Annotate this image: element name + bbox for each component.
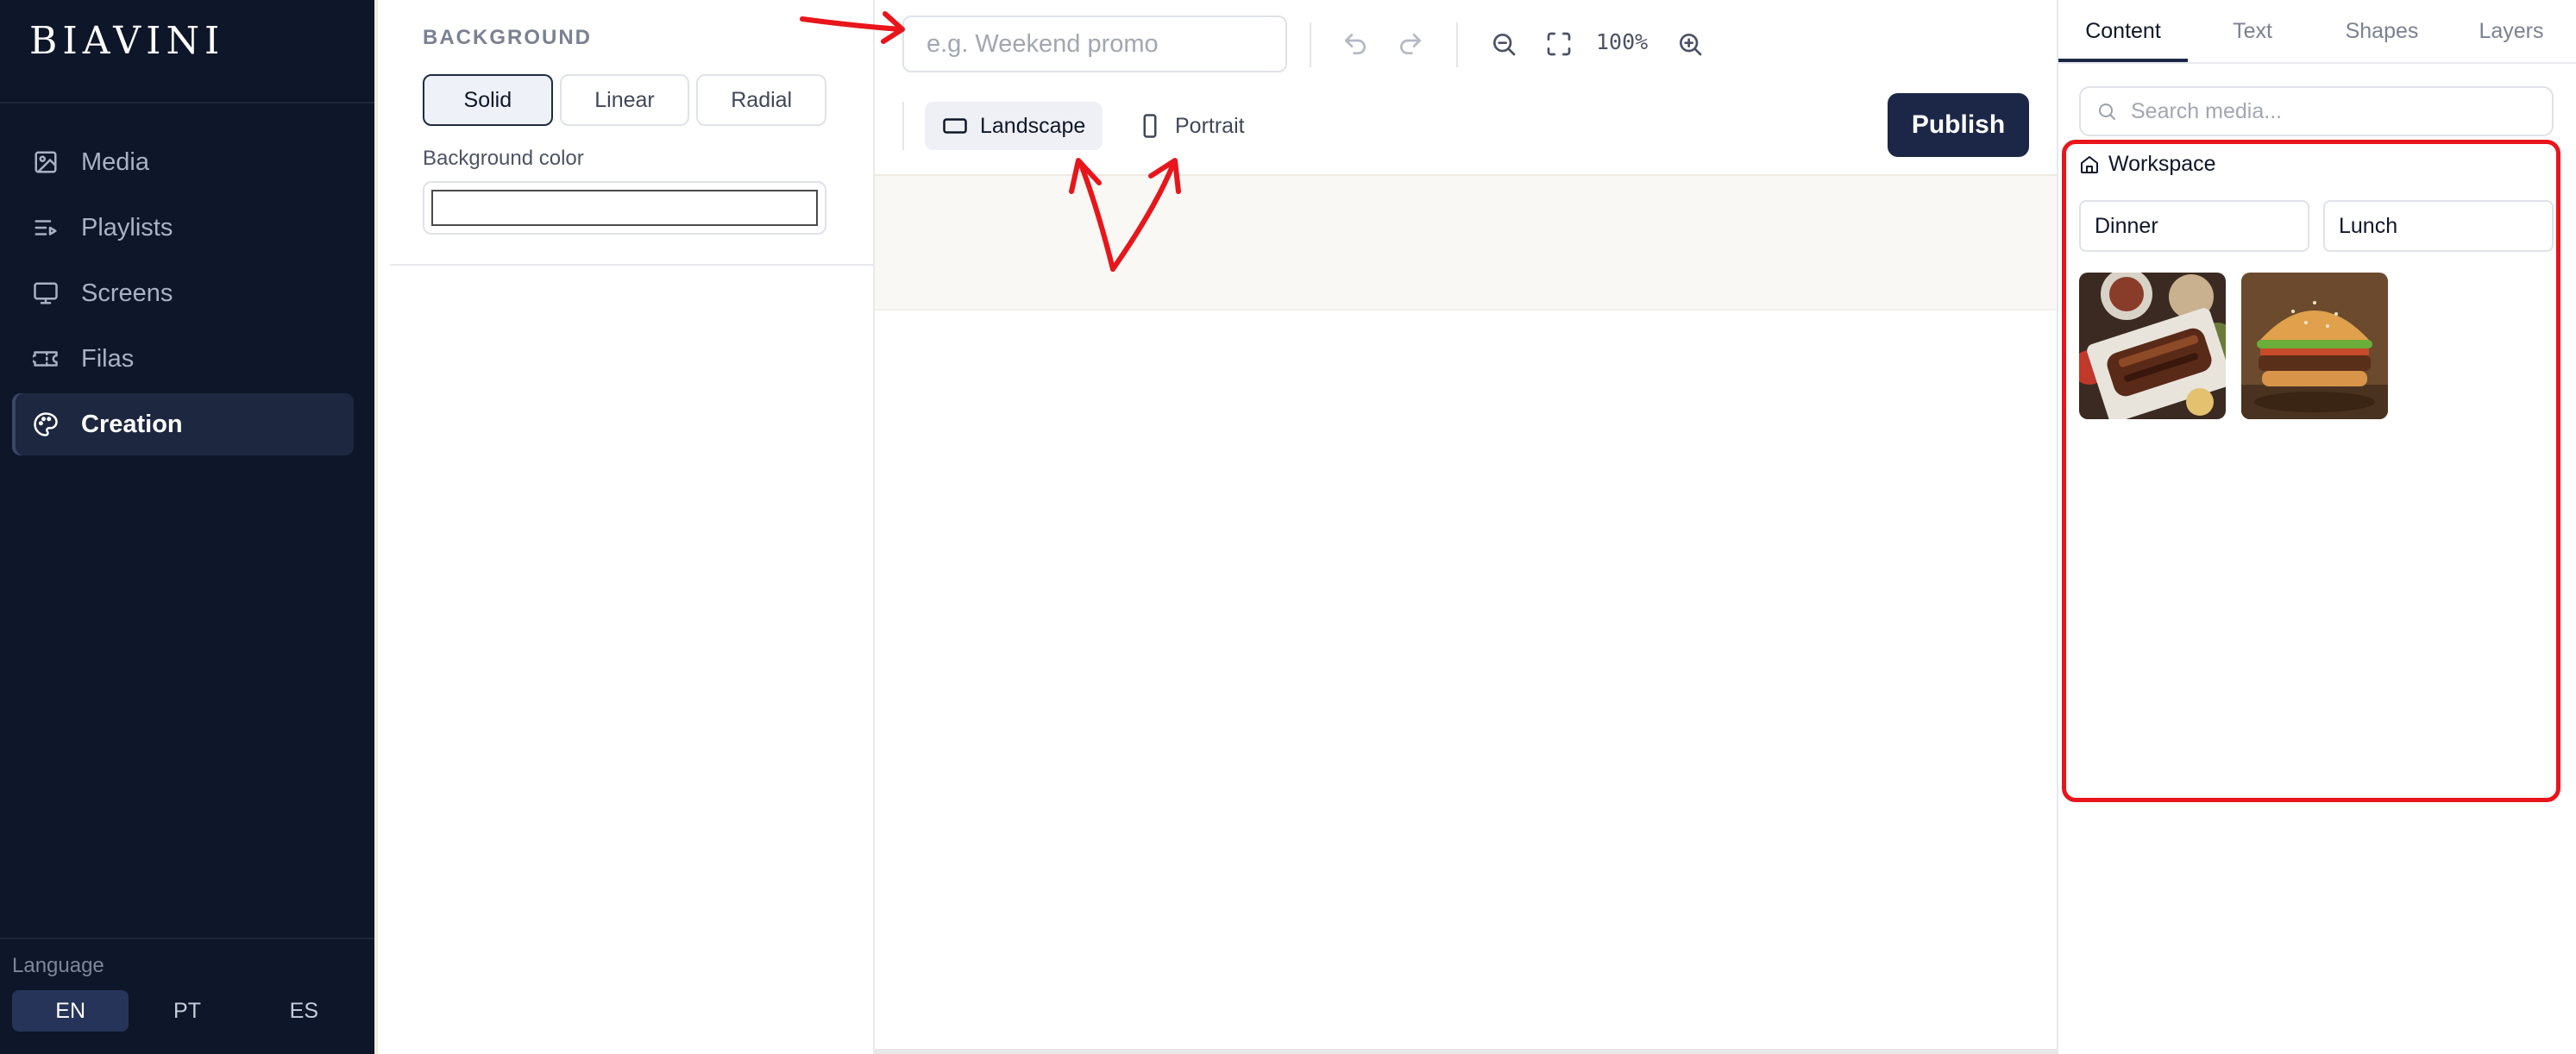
language-option-pt[interactable]: PT [129, 990, 245, 1032]
media-search-input[interactable] [2131, 98, 2528, 124]
zoom-out-icon [1493, 34, 1516, 56]
ticket-icon [33, 351, 58, 367]
panel-tabs: Content Text Shapes Layers [2058, 0, 2576, 64]
fullscreen-icon [1547, 32, 1571, 56]
sidebar-item-label: Creation [81, 410, 183, 438]
zoom-level: 100% [1596, 29, 1649, 54]
portrait-icon [1143, 114, 1157, 138]
monitor-icon [34, 282, 58, 304]
fit-screen-button[interactable] [1539, 24, 1579, 64]
properties-panel: BACKGROUND Solid Linear Radial Backgroun… [374, 0, 875, 1054]
fill-type-selector: Solid Linear Radial [423, 74, 827, 126]
fill-linear-button[interactable]: Linear [559, 74, 690, 126]
tab-content[interactable]: Content [2058, 0, 2188, 62]
playlist-icon [35, 220, 57, 235]
tab-text[interactable]: Text [2188, 0, 2317, 62]
sidebar-item-label: Playlists [81, 213, 173, 242]
zoom-out-button[interactable] [1484, 24, 1524, 64]
sidebar-item-media[interactable]: Media [12, 131, 354, 193]
language-option-es[interactable]: ES [246, 990, 362, 1032]
undo-button[interactable] [1335, 24, 1375, 64]
language-label: Language [12, 954, 104, 977]
zoom-in-button[interactable] [1670, 24, 1710, 64]
sidebar-item-playlists[interactable]: Playlists [12, 197, 354, 259]
redo-button[interactable] [1391, 24, 1430, 64]
background-section-title: BACKGROUND [423, 26, 592, 49]
app-root: BIAVINI Media Playlists Screens Filas Cr… [0, 0, 2576, 1054]
sidebar-item-label: Screens [81, 279, 173, 307]
publish-button[interactable]: Publish [1888, 93, 2029, 157]
language-option-en[interactable]: EN [12, 990, 129, 1032]
logo: BIAVINI [29, 19, 225, 63]
portrait-label: Portrait [1175, 113, 1245, 138]
undo-icon [1345, 34, 1366, 54]
sidebar-item-creation[interactable]: Creation [12, 393, 354, 455]
landscape-label: Landscape [980, 113, 1086, 138]
toolbar-divider [1310, 22, 1311, 67]
redo-icon [1400, 34, 1421, 54]
annotation-highlight-box [2062, 140, 2560, 802]
landscape-button[interactable]: Landscape [925, 102, 1103, 150]
sidebar: BIAVINI Media Playlists Screens Filas Cr… [0, 0, 374, 1054]
media-search[interactable] [2079, 86, 2554, 136]
orientation-divider [902, 102, 904, 150]
sidebar-divider [0, 102, 374, 104]
landscape-icon [943, 118, 967, 134]
tab-shapes[interactable]: Shapes [2317, 0, 2447, 62]
zoom-in-icon [1680, 34, 1702, 56]
search-icon [2099, 104, 2115, 120]
sidebar-item-label: Media [81, 147, 149, 176]
sidebar-item-screens[interactable]: Screens [12, 262, 354, 324]
toolbar-divider [1456, 22, 1458, 67]
properties-divider [390, 264, 875, 266]
design-name-input[interactable] [902, 16, 1287, 72]
background-color-swatch[interactable] [431, 190, 818, 226]
fill-solid-button[interactable]: Solid [423, 74, 553, 126]
sidebar-item-label: Filas [81, 344, 135, 373]
canvas-bottom-edge [875, 1049, 2057, 1054]
language-switcher: EN PT ES [12, 990, 362, 1032]
palette-icon [34, 412, 58, 436]
sidebar-nav: Media Playlists Screens Filas Creation [12, 131, 354, 459]
editor-main: 100% Landscape Portrait Publish [875, 0, 2057, 1054]
language-divider [0, 938, 374, 939]
image-icon [35, 151, 57, 173]
portrait-button[interactable]: Portrait [1120, 102, 1262, 150]
fill-radial-button[interactable]: Radial [696, 74, 827, 126]
tab-layers[interactable]: Layers [2447, 0, 2576, 62]
background-color-label: Background color [423, 147, 584, 170]
background-color-field[interactable] [423, 181, 826, 235]
sidebar-item-filas[interactable]: Filas [12, 328, 354, 390]
design-canvas[interactable] [875, 174, 2057, 311]
